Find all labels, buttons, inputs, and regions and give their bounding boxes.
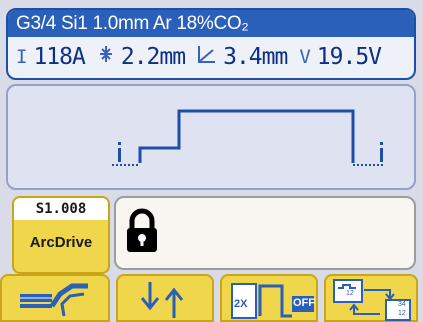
two-x-off-button[interactable]: 2X OFF [220, 274, 318, 322]
waveform-panel [6, 84, 416, 190]
lock-panel[interactable] [114, 196, 416, 270]
program-number: S1.008 [14, 198, 108, 220]
two-x-label: 2X [234, 298, 248, 310]
mini-value-c: 12 [398, 310, 406, 317]
mini-value-b: 34 [398, 301, 406, 308]
fillet-icon [197, 44, 217, 69]
voltage-symbol: V [299, 45, 311, 68]
gap-value: 2.2mm [120, 43, 186, 70]
program-title: G3/4 Si1 1.0mm Ar 18%CO₂ [8, 10, 414, 37]
torch-icon [20, 283, 88, 317]
current-symbol: I [16, 45, 28, 68]
end-marker-icon [380, 142, 383, 162]
mini-value-a: 12 [346, 290, 354, 297]
parameter-row: I 118A 2.2mm 3.4mm V 19.5V [8, 37, 414, 76]
program-box[interactable]: S1.008 ArcDrive [12, 196, 110, 274]
torch-button[interactable] [0, 274, 110, 322]
arc-mode: ArcDrive [29, 234, 93, 251]
up-down-arrows-icon [140, 282, 184, 318]
parameter-panel: G3/4 Si1 1.0mm Ar 18%CO₂ I 118A 2.2mm 3.… [6, 8, 416, 80]
off-label: OFF [293, 297, 315, 309]
a-dimension-value: 3.4mm [223, 43, 288, 70]
start-marker-icon [118, 142, 121, 162]
gap-icon [97, 44, 115, 69]
lock-icon [127, 208, 157, 252]
welding-sequence-graph [112, 109, 383, 166]
up-down-button[interactable] [116, 274, 214, 322]
voltage-value: 19.5V [316, 43, 382, 70]
current-value: 118A [33, 43, 85, 70]
parameter-toggle-button[interactable]: 12 34 12 [324, 274, 418, 322]
